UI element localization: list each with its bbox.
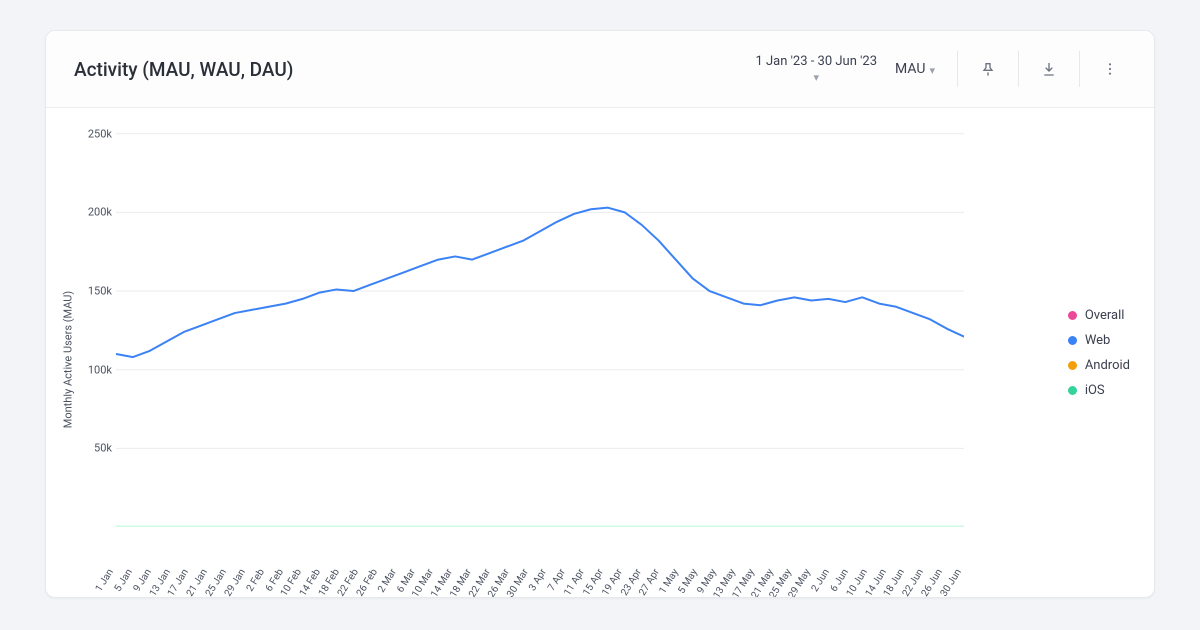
metric-label: MAU: [895, 61, 925, 77]
card-body: Monthly Active Users (MAU) 50k 100k 150k 20…: [46, 108, 1154, 597]
legend-item[interactable]: Overall: [1068, 308, 1130, 323]
chevron-down-icon: ▾: [929, 64, 935, 77]
legend-item[interactable]: Web: [1068, 333, 1130, 348]
legend-dot: [1068, 386, 1077, 395]
y-tick-label: 250k: [80, 127, 112, 140]
more-button[interactable]: [1094, 53, 1126, 85]
y-tick-label: 50k: [80, 442, 112, 455]
x-tick-label: 5 Jan: [112, 567, 134, 594]
x-axis-ticks: 1 Jan5 Jan9 Jan13 Jan17 Jan21 Jan25 Jan2…: [116, 531, 964, 591]
y-axis-title: Monthly Active Users (MAU): [62, 290, 75, 428]
y-axis-ticks: 50k 100k 150k 200k 250k: [80, 118, 112, 527]
date-range-selector[interactable]: 1 Jan '23 - 30 Jun '23 ▾: [755, 54, 877, 84]
card-title: Activity (MAU, WAU, DAU): [74, 58, 755, 81]
legend-dot: [1068, 311, 1077, 320]
divider: [1079, 51, 1080, 87]
x-tick-label: 2 Mar: [376, 567, 399, 595]
more-vertical-icon: [1102, 61, 1118, 77]
y-tick-label: 100k: [80, 363, 112, 376]
divider: [1018, 51, 1019, 87]
x-tick-label: 1 Jan: [94, 567, 116, 594]
legend-label: iOS: [1085, 383, 1105, 398]
x-tick-label: 2 Feb: [244, 567, 266, 594]
chart-svg: [116, 118, 964, 527]
chevron-down-icon: ▾: [813, 71, 819, 84]
metric-selector[interactable]: MAU ▾: [895, 61, 935, 77]
y-tick-label: 200k: [80, 206, 112, 219]
legend-label: Web: [1085, 333, 1111, 348]
date-range-label: 1 Jan '23 - 30 Jun '23: [755, 54, 877, 69]
download-icon: [1041, 61, 1057, 77]
x-tick-label: 1 May: [658, 567, 682, 596]
pin-icon: [980, 61, 996, 77]
divider: [957, 51, 958, 87]
legend-label: Android: [1085, 358, 1130, 373]
x-tick-label: 2 Jun: [810, 567, 832, 594]
legend-dot: [1068, 336, 1077, 345]
x-tick-label: 3 Apr: [528, 567, 550, 593]
chart-legend: Overall Web Android iOS: [1068, 298, 1130, 408]
header-actions: 1 Jan '23 - 30 Jun '23 ▾ MAU ▾: [755, 51, 1126, 87]
activity-card: Activity (MAU, WAU, DAU) 1 Jan '23 - 30 …: [45, 30, 1155, 598]
chart-plot-area: [116, 118, 964, 527]
legend-item[interactable]: iOS: [1068, 383, 1130, 398]
pin-button[interactable]: [972, 53, 1004, 85]
download-button[interactable]: [1033, 53, 1065, 85]
legend-label: Overall: [1085, 308, 1125, 323]
legend-item[interactable]: Android: [1068, 358, 1130, 373]
card-header: Activity (MAU, WAU, DAU) 1 Jan '23 - 30 …: [46, 31, 1154, 108]
legend-dot: [1068, 361, 1077, 370]
y-tick-label: 150k: [80, 285, 112, 298]
